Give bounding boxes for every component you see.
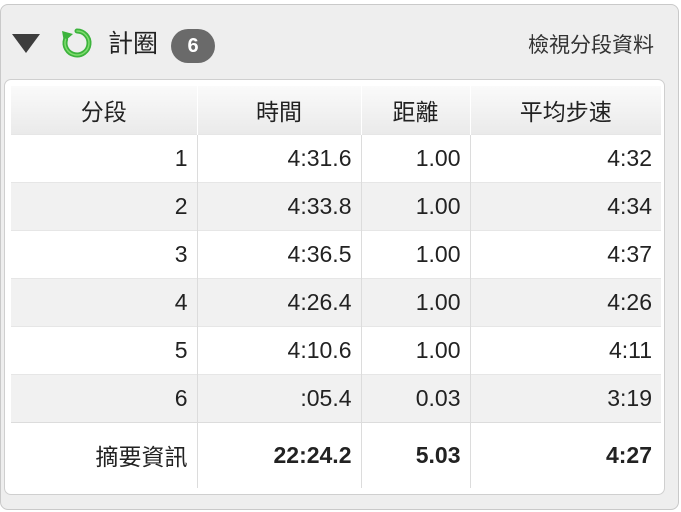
lap-count-badge: 6 (171, 29, 215, 63)
lap-pace-cell: 4:32 (470, 133, 661, 182)
table-row: 2 4:33.8 1.00 4:34 (11, 181, 661, 230)
summary-total-distance: 5.03 (361, 421, 471, 488)
lap-number-cell: 3 (11, 229, 198, 278)
table-row: 5 4:10.6 1.00 4:11 (11, 325, 661, 374)
lap-time-cell: 4:31.6 (197, 133, 362, 182)
lap-pace-cell: 3:19 (470, 373, 661, 422)
lap-distance-cell: 1.00 (361, 229, 471, 278)
lap-distance-cell: 1.00 (361, 133, 471, 182)
lap-number-cell: 6 (11, 373, 198, 422)
column-header-lap[interactable]: 分段 (11, 86, 198, 134)
summary-total-time: 22:24.2 (197, 421, 362, 488)
summary-label: 摘要資訊 (11, 421, 198, 488)
lap-time-cell: :05.4 (197, 373, 362, 422)
lap-distance-cell: 1.00 (361, 181, 471, 230)
table-row: 4 4:26.4 1.00 4:26 (11, 277, 661, 326)
lap-time-cell: 4:10.6 (197, 325, 362, 374)
lap-time-cell: 4:26.4 (197, 277, 362, 326)
widget-title: 計圈 (108, 29, 159, 58)
lap-pace-cell: 4:37 (470, 229, 661, 278)
summary-row: 摘要資訊 22:24.2 5.03 4:27 (11, 421, 661, 488)
lap-number-cell: 1 (11, 133, 198, 182)
lap-number-cell: 5 (11, 325, 198, 374)
lap-time-cell: 4:36.5 (197, 229, 362, 278)
collapse-triangle-icon[interactable] (12, 34, 40, 53)
column-header-avg-pace[interactable]: 平均步速 (470, 86, 661, 134)
lap-pace-cell: 4:11 (470, 325, 661, 374)
table-row: 3 4:36.5 1.00 4:37 (11, 229, 661, 278)
lap-distance-cell: 1.00 (361, 325, 471, 374)
lap-number-cell: 4 (11, 277, 198, 326)
laps-panel: 分段 時間 距離 平均步速 1 4:31.6 1.00 4:32 2 4:33.… (4, 79, 665, 495)
lap-distance-cell: 0.03 (361, 373, 471, 422)
laps-table: 分段 時間 距離 平均步速 1 4:31.6 1.00 4:32 2 4:33.… (11, 86, 661, 488)
table-row: 6 :05.4 0.03 3:19 (11, 373, 661, 422)
widget-header: 計圈 6 檢視分段資料 (1, 5, 678, 79)
column-header-distance[interactable]: 距離 (361, 86, 471, 134)
view-splits-link[interactable]: 檢視分段資料 (528, 31, 654, 59)
lap-distance-cell: 1.00 (361, 277, 471, 326)
refresh-icon[interactable] (61, 27, 93, 59)
table-header-row: 分段 時間 距離 平均步速 (11, 86, 661, 134)
table-row: 1 4:31.6 1.00 4:32 (11, 133, 661, 182)
summary-avg-pace: 4:27 (470, 421, 661, 488)
column-header-time[interactable]: 時間 (197, 86, 362, 134)
lap-time-cell: 4:33.8 (197, 181, 362, 230)
laps-widget: 計圈 6 檢視分段資料 分段 時間 距離 平均步速 1 4:31.6 1.00 … (0, 4, 679, 510)
lap-pace-cell: 4:34 (470, 181, 661, 230)
lap-number-cell: 2 (11, 181, 198, 230)
lap-pace-cell: 4:26 (470, 277, 661, 326)
